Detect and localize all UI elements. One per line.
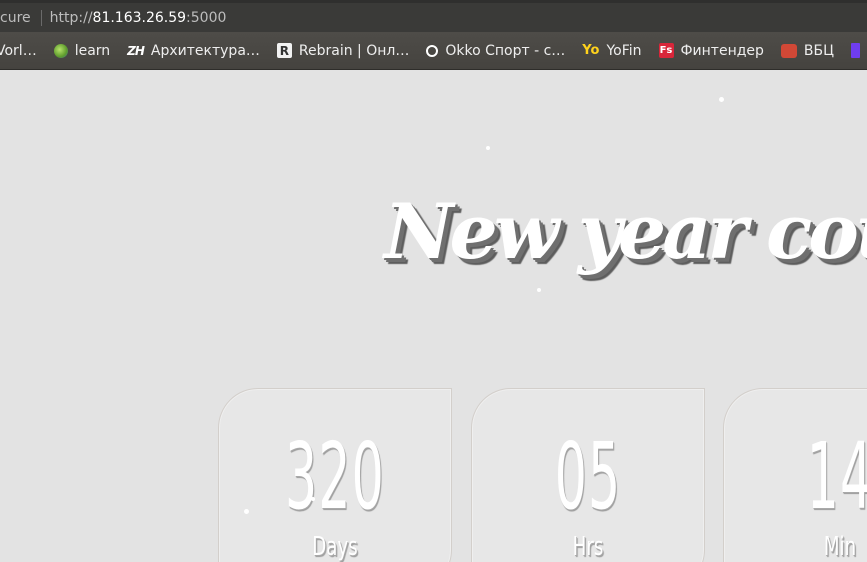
hours-card: 05 Hrs bbox=[471, 388, 705, 562]
rebrain-icon: R bbox=[276, 43, 292, 58]
url-text[interactable]: http://81.163.26.59:5000 bbox=[50, 10, 227, 26]
bookmark-vbc[interactable]: ВБЦ bbox=[780, 42, 834, 59]
globe-icon bbox=[53, 43, 68, 58]
days-label: Days bbox=[312, 532, 358, 562]
bookmark-rebrain[interactable]: R Rebrain | Онл… bbox=[276, 42, 410, 59]
yo-icon: Yo bbox=[582, 43, 600, 58]
bookmark-label: Rebrain | Онл… bbox=[298, 42, 410, 59]
address-bar[interactable]: cure http://81.163.26.59:5000 bbox=[0, 3, 867, 32]
hours-value: 05 bbox=[554, 423, 622, 530]
countdown-page: New year count 320 Days 05 Hrs 14 Min bbox=[0, 70, 867, 562]
minutes-card: 14 Min bbox=[723, 388, 867, 562]
bookmark-label: learn bbox=[74, 42, 111, 59]
purple-icon bbox=[850, 43, 860, 58]
minutes-value: 14 bbox=[806, 423, 867, 530]
security-indicator[interactable]: cure bbox=[0, 10, 31, 26]
days-card: 320 Days bbox=[218, 388, 452, 562]
snowflake bbox=[486, 146, 490, 150]
address-divider bbox=[40, 9, 42, 26]
bookmark-fintender[interactable]: Fs Финтендер bbox=[658, 42, 764, 59]
days-value: 320 bbox=[285, 423, 385, 530]
bookmark-label: Архитектура… bbox=[150, 42, 260, 59]
bookmarks-bar: Vorl… learn ZH Архитектура… R Rebrain | … bbox=[0, 32, 867, 70]
bookmark-label: Финтендер bbox=[680, 42, 764, 59]
fs-icon: Fs bbox=[658, 43, 674, 58]
okko-icon bbox=[426, 44, 439, 57]
bookmark-label: YoFin bbox=[606, 42, 642, 59]
minutes-label: Min bbox=[823, 532, 857, 562]
snowflake bbox=[719, 97, 724, 102]
bookmark-truncated[interactable] bbox=[850, 43, 867, 58]
bookmark-vorl[interactable]: Vorl… bbox=[0, 43, 37, 59]
url-scheme: http:// bbox=[49, 9, 93, 26]
bookmark-learn[interactable]: learn bbox=[53, 42, 111, 59]
bookmark-label: ВБЦ bbox=[803, 42, 834, 59]
snowflake bbox=[244, 509, 249, 514]
bookmark-architecture[interactable]: ZH Архитектура… bbox=[127, 43, 260, 59]
snowflake bbox=[537, 288, 541, 292]
page-title: New year count bbox=[384, 187, 867, 276]
zh-icon: ZH bbox=[127, 43, 145, 58]
url-host: 81.163.26.59 bbox=[92, 9, 187, 26]
hours-label: Hrs bbox=[572, 532, 604, 562]
bookmark-yofin[interactable]: Yo YoFin bbox=[582, 43, 641, 59]
bookmark-label: Vorl… bbox=[0, 42, 37, 59]
bookmark-okko[interactable]: Okko Спорт - с… bbox=[426, 43, 565, 59]
snowflake bbox=[311, 497, 315, 501]
vbc-icon bbox=[780, 43, 797, 58]
bookmark-label: Okko Спорт - с… bbox=[445, 42, 566, 59]
url-port: :5000 bbox=[186, 9, 227, 26]
